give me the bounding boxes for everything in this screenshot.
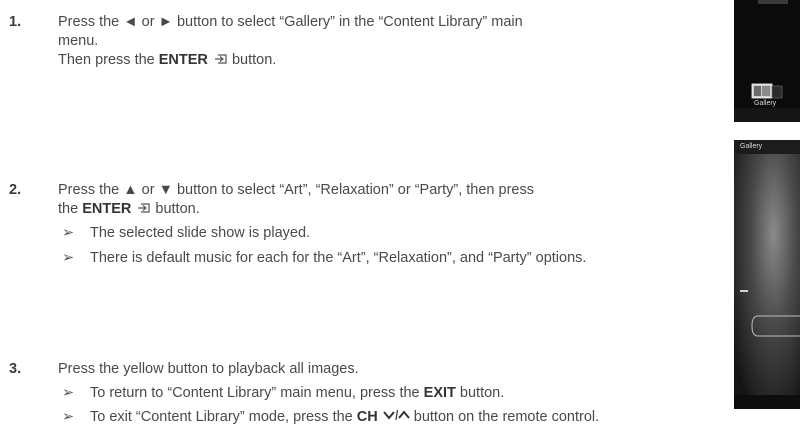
enter-icon bbox=[138, 203, 150, 213]
step-number: 1. bbox=[9, 14, 22, 30]
note-arrow-icon: ➢ bbox=[62, 385, 75, 401]
note: ➢ There is default music for each for th… bbox=[62, 250, 587, 266]
exit-button-label: EXIT bbox=[423, 385, 456, 401]
step-text: the ENTER button. bbox=[58, 201, 200, 217]
step-text: Press the yellow button to playback all … bbox=[58, 361, 359, 377]
gallery-screenshot: Gallery bbox=[734, 140, 800, 409]
step-number: 3. bbox=[9, 361, 22, 377]
note: ➢ To exit “Content Library” mode, press … bbox=[62, 409, 600, 425]
note-arrow-icon: ➢ bbox=[62, 250, 75, 266]
chevron-down-up-icon bbox=[382, 409, 410, 421]
ch-button-label: CH bbox=[356, 409, 378, 425]
note: ➢ The selected slide show is played. bbox=[62, 225, 311, 241]
note-arrow-icon: ➢ bbox=[62, 225, 75, 241]
step-number: 2. bbox=[9, 182, 22, 198]
enter-icon bbox=[214, 54, 227, 64]
enter-button-label: ENTER bbox=[82, 201, 132, 217]
step-text: Press the ◄ or ► button to select “Galle… bbox=[58, 14, 523, 30]
note-arrow-icon: ➢ bbox=[62, 409, 75, 425]
thumb-label: Gallery bbox=[754, 100, 777, 107]
note: ➢ To return to “Content Library” main me… bbox=[62, 385, 505, 401]
step-text: Press the ▲ or ▼ button to select “Art”,… bbox=[58, 182, 534, 198]
step-text: Then press the ENTER button. bbox=[58, 52, 277, 68]
thumb-label: Gallery bbox=[740, 143, 763, 150]
slideshow-background bbox=[734, 140, 800, 409]
step-text: menu. bbox=[58, 33, 99, 49]
content-library-screenshot: Gallery bbox=[734, 0, 800, 122]
enter-button-label: ENTER bbox=[158, 52, 208, 68]
